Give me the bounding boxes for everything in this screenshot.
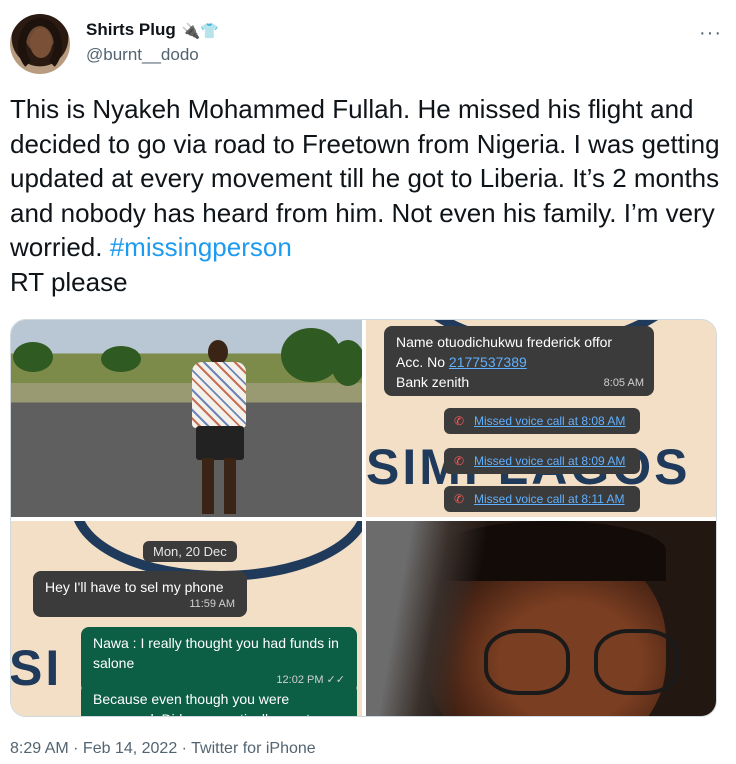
bank-name-line: Name otuodichukwu frederick offor xyxy=(396,334,613,350)
tweet-header: Shirts Plug 🔌👕 @burnt__dodo ··· xyxy=(10,12,726,78)
photo-face-closeup[interactable] xyxy=(366,521,716,716)
account-prefix: Acc. No xyxy=(396,354,449,370)
glasses-lens xyxy=(484,629,570,695)
source-link[interactable]: Twitter for iPhone xyxy=(191,740,316,757)
photo-chat-bank-details[interactable]: SIMI LAGOS Name otuodichukwu frederick o… xyxy=(366,320,716,517)
account-number-link[interactable]: 2177537389 xyxy=(449,354,527,370)
hashtag-link[interactable]: #missingperson xyxy=(110,232,292,262)
footer-separator: · xyxy=(177,740,192,757)
message-bubble-sent: Because even though you were scammed. Di… xyxy=(81,683,357,716)
user-handle[interactable]: @burnt__dodo xyxy=(86,45,199,65)
tweet-text-tail: RT please xyxy=(10,266,128,297)
missed-call-item[interactable]: ✆ Missed voice call at 8:11 AM xyxy=(444,486,640,512)
tree-shape xyxy=(331,340,362,386)
message-time: 11:59 AM xyxy=(189,598,235,610)
glasses-lens xyxy=(594,629,680,695)
message-text: Hey I'll have to sel my phone xyxy=(45,579,224,595)
photo-man-on-road[interactable] xyxy=(11,320,362,517)
timestamp-link[interactable]: 8:29 AM · Feb 14, 2022 xyxy=(10,740,177,757)
message-text: Nawa : I really thought you had funds in… xyxy=(93,635,339,671)
bank-details-bubble: Name otuodichukwu frederick offor Acc. N… xyxy=(384,326,654,396)
display-name[interactable]: Shirts Plug 🔌👕 xyxy=(86,20,219,40)
date-chip: Mon, 20 Dec xyxy=(143,541,237,562)
tweet-footer: 8:29 AM · Feb 14, 2022 · Twitter for iPh… xyxy=(10,740,316,758)
tree-shape xyxy=(13,342,53,372)
missed-call-icon: ✆ xyxy=(454,492,465,506)
media-grid: SIMI LAGOS Name otuodichukwu frederick o… xyxy=(10,319,717,717)
watermark-text: SI xyxy=(11,640,63,696)
light-shadow xyxy=(366,521,486,716)
tree-shape xyxy=(101,346,141,372)
tweet-body: This is Nyakeh Mohammed Fullah. He misse… xyxy=(10,92,720,299)
display-name-text[interactable]: Shirts Plug xyxy=(86,20,176,39)
person-figure xyxy=(186,338,256,517)
person-head xyxy=(208,340,228,364)
missed-call-item[interactable]: ✆ Missed voice call at 8:09 AM xyxy=(444,448,640,474)
photo-chat-messages[interactable]: SI Mon, 20 Dec Hey I'll have to sel my p… xyxy=(11,521,362,716)
avatar[interactable] xyxy=(10,14,70,74)
person-leg xyxy=(202,458,214,514)
missed-call-text: Missed voice call at 8:09 AM xyxy=(474,454,626,468)
message-time: 8:05 AM xyxy=(603,377,644,389)
missed-call-text: Missed voice call at 8:08 AM xyxy=(474,414,626,428)
message-text: Because even though you were scammed. Di… xyxy=(93,691,317,716)
name-emoji-icon: 🔌👕 xyxy=(181,22,220,40)
missed-call-item[interactable]: ✆ Missed voice call at 8:08 AM xyxy=(444,408,640,434)
more-options-icon[interactable]: ··· xyxy=(699,22,722,45)
person-shirt xyxy=(192,362,246,428)
missed-call-text: Missed voice call at 8:11 AM xyxy=(474,492,625,506)
person-leg xyxy=(224,458,236,514)
missed-call-icon: ✆ xyxy=(454,414,465,428)
message-bubble-received: Hey I'll have to sel my phone 11:59 AM xyxy=(33,571,247,617)
person-shorts xyxy=(196,426,244,460)
missed-call-icon: ✆ xyxy=(454,454,465,468)
avatar-face xyxy=(30,28,52,58)
account-line: Acc. No 2177537389 xyxy=(396,352,642,372)
